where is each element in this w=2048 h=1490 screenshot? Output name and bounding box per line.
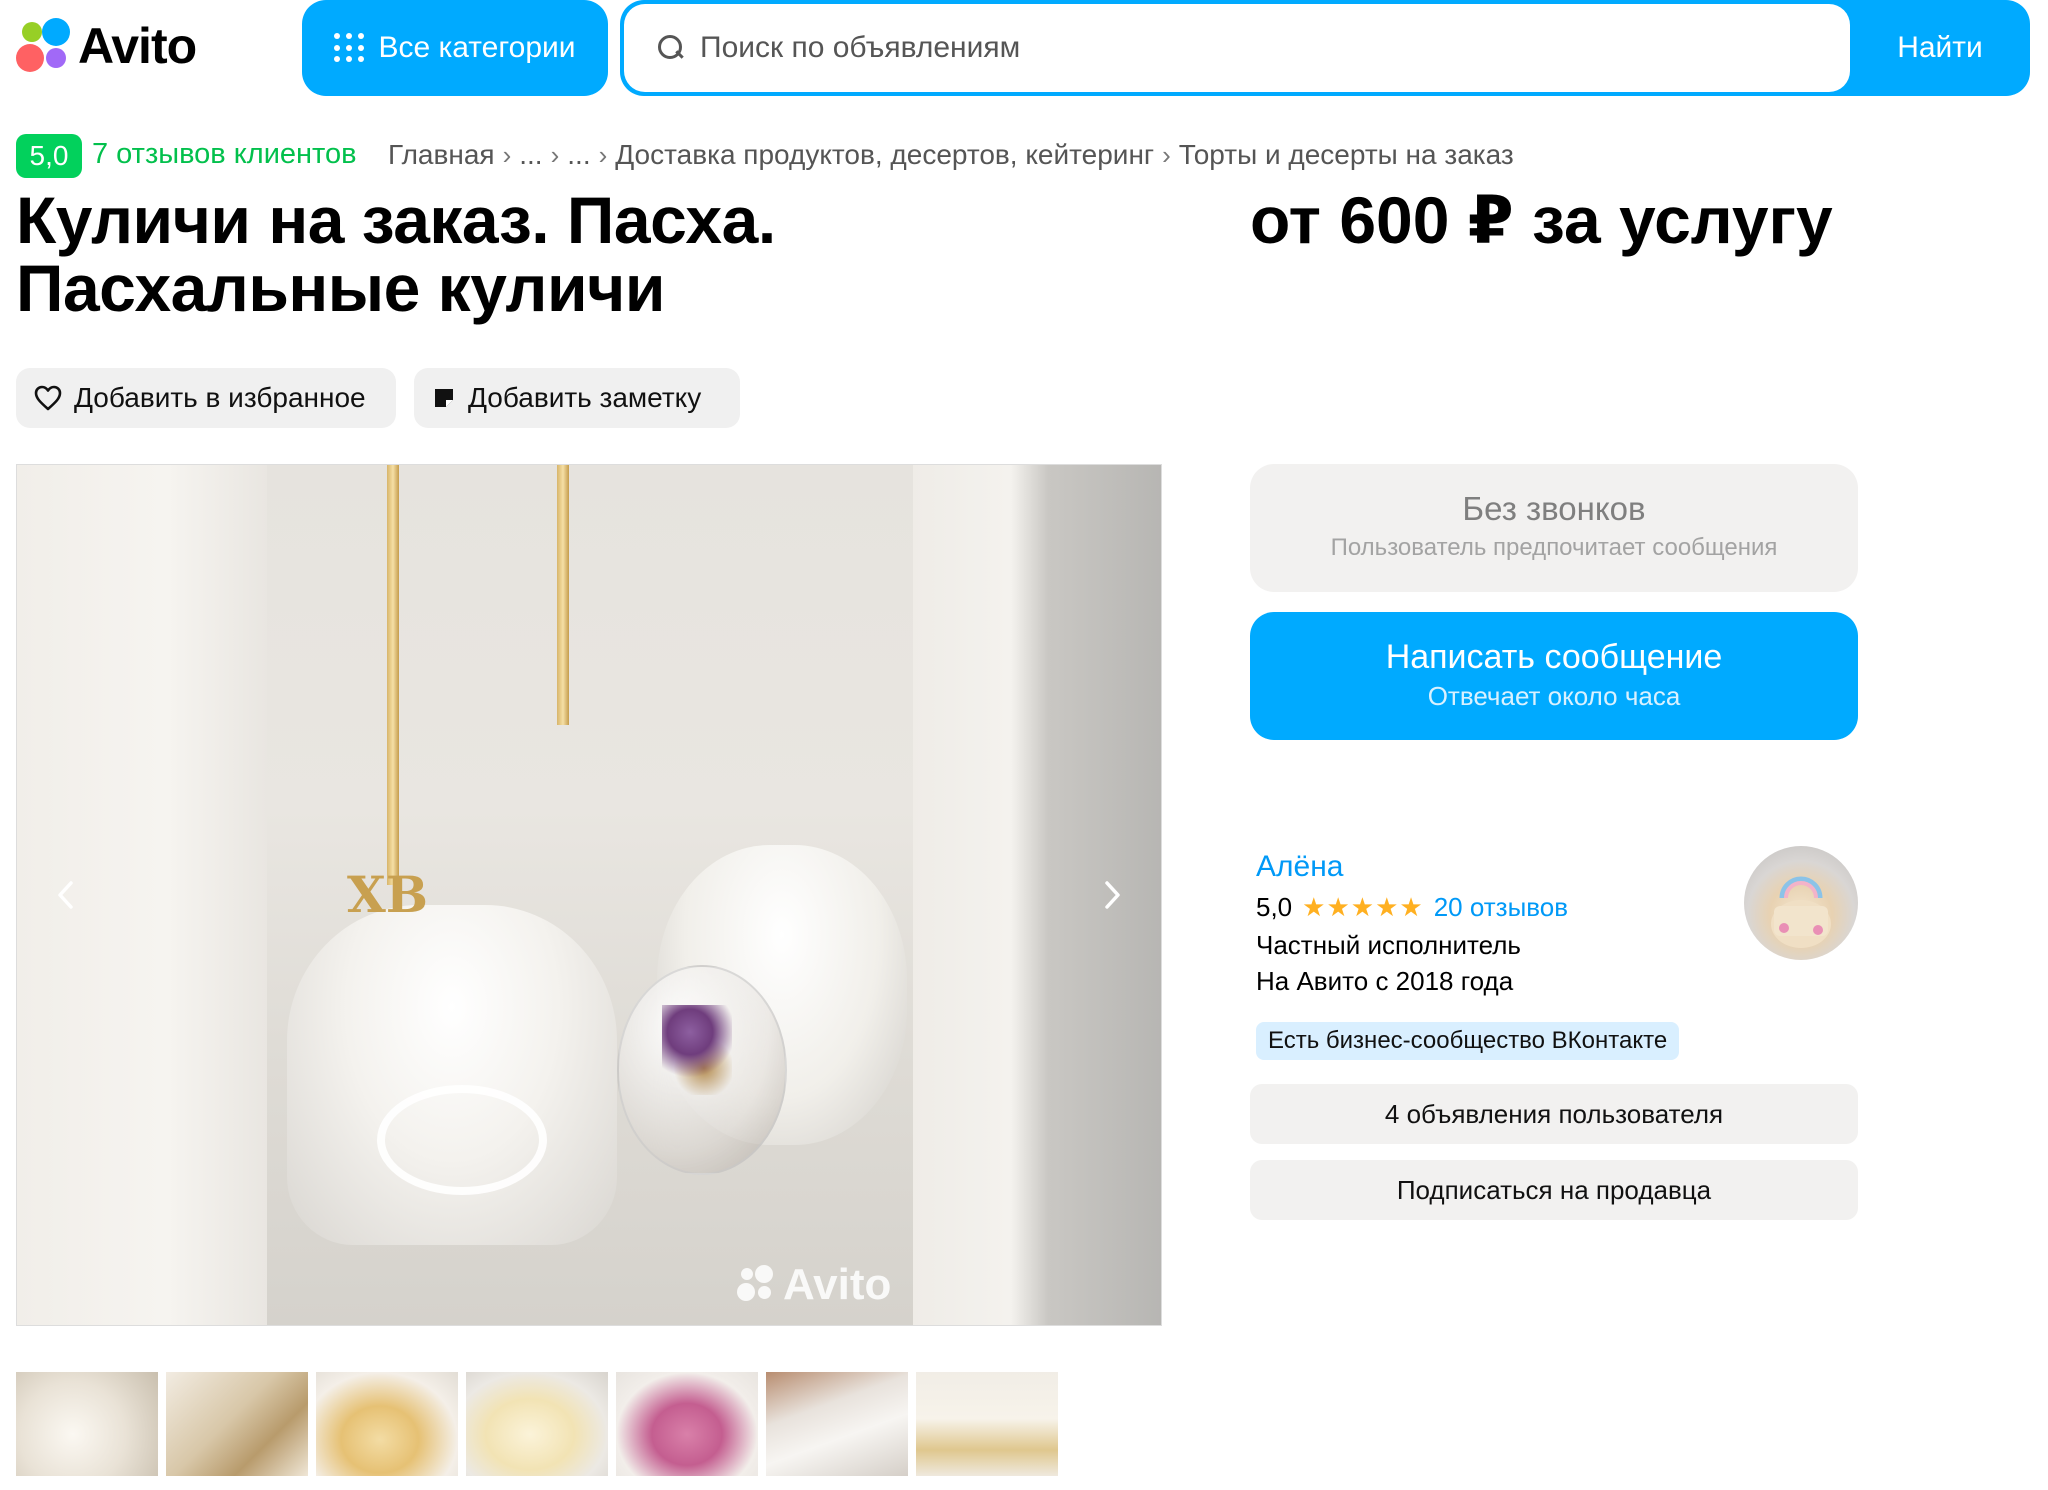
photo-gallery[interactable]: ХВ Avito <box>16 464 1162 1326</box>
gallery-next-button[interactable] <box>1093 875 1133 915</box>
chevron-right-icon: › <box>550 139 560 170</box>
breadcrumb-item-home[interactable]: Главная <box>388 139 495 171</box>
chevron-right-icon: › <box>1162 139 1171 170</box>
breadcrumb-item-food-delivery[interactable]: Доставка продуктов, десертов, кейтеринг <box>615 139 1154 171</box>
chevron-right-icon: › <box>598 139 608 170</box>
search-icon <box>658 35 684 61</box>
chevron-left-icon <box>58 881 73 909</box>
seller-since: На Авито с 2018 года <box>1256 966 1514 996</box>
seller-reviews-link[interactable]: 20 отзывов <box>1434 892 1568 923</box>
heart-icon <box>34 385 62 411</box>
write-message-title: Написать сообщение <box>1385 638 1723 676</box>
categories-grid-icon <box>334 33 364 63</box>
search-box <box>624 4 1850 92</box>
avito-watermark: Avito <box>737 1260 891 1310</box>
note-icon <box>432 386 456 410</box>
add-to-favorites-button[interactable]: Добавить в избранное <box>16 368 396 428</box>
thumbnail-7[interactable] <box>916 1372 1058 1476</box>
no-calls-notice: Без звонков Пользователь предпочитает со… <box>1250 464 1858 592</box>
all-categories-button[interactable]: Все категории <box>302 0 608 96</box>
ribbon-decor <box>377 1085 547 1195</box>
logo-text: Avito <box>78 18 197 74</box>
decor-stick <box>387 465 399 885</box>
all-categories-label: Все категории <box>378 31 576 64</box>
find-button[interactable]: Найти <box>1850 0 2030 96</box>
breadcrumb-item-collapsed[interactable]: ... <box>567 139 590 171</box>
avito-logo-icon <box>737 1265 777 1305</box>
thumbnail-6[interactable] <box>766 1372 908 1476</box>
thumbnail-3[interactable] <box>316 1372 458 1476</box>
breadcrumb-item-collapsed[interactable]: ... <box>519 139 542 171</box>
thumbnail-1[interactable] <box>16 1372 158 1476</box>
chevron-right-icon: › <box>502 139 512 170</box>
seller-avatar-image <box>1771 876 1831 948</box>
star-rating-icon: ★★★★★ <box>1302 892 1424 922</box>
search-bar: Найти <box>620 0 2030 96</box>
avito-logo[interactable]: Avito <box>16 18 197 74</box>
customer-reviews-link[interactable]: 7 отзывов клиентов <box>92 138 357 171</box>
flowers-decor <box>662 1005 732 1095</box>
xb-topper: ХВ <box>347 865 429 924</box>
user-ads-button[interactable]: 4 объявления пользователя <box>1250 1084 1858 1144</box>
add-to-favorites-label: Добавить в избранное <box>74 382 366 413</box>
main-photo[interactable]: ХВ Avito <box>267 465 913 1325</box>
write-message-subtitle: Отвечает около часа <box>1427 681 1681 711</box>
breadcrumb: Главная › ... › ... › Доставка продуктов… <box>388 139 1514 171</box>
search-input[interactable] <box>700 31 1800 65</box>
thumbnail-5[interactable] <box>616 1372 758 1476</box>
seller-type: Частный исполнитель <box>1256 930 1521 960</box>
breadcrumb-item-cakes[interactable]: Торты и десерты на заказ <box>1179 139 1514 171</box>
no-calls-title: Без звонков <box>1462 490 1646 527</box>
seller-rating-value: 5,0 <box>1256 892 1293 922</box>
decor-stick <box>557 465 569 725</box>
seller-name-link[interactable]: Алёна <box>1256 850 1343 884</box>
no-calls-subtitle: Пользователь предпочитает сообщения <box>1330 534 1778 561</box>
gallery-prev-button[interactable] <box>45 875 85 915</box>
avatar[interactable] <box>1744 846 1858 960</box>
write-message-button[interactable]: Написать сообщение Отвечает около часа <box>1250 612 1858 740</box>
add-note-label: Добавить заметку <box>468 382 702 413</box>
rating-badge: 5,0 <box>16 134 82 178</box>
subscribe-seller-button[interactable]: Подписаться на продавца <box>1250 1160 1858 1220</box>
chevron-right-icon <box>1105 881 1120 909</box>
vk-community-badge: Есть бизнес-сообщество ВКонтакте <box>1256 1022 1680 1060</box>
listing-title: Куличи на заказ. Пасха. Пасхальные кулич… <box>16 183 776 325</box>
thumbnail-4[interactable] <box>466 1372 608 1476</box>
watermark-text: Avito <box>783 1260 892 1309</box>
seller-rating: 5,0 ★★★★★ 20 отзывов <box>1256 892 1568 923</box>
add-note-button[interactable]: Добавить заметку <box>414 368 740 428</box>
thumbnail-strip <box>16 1372 1058 1476</box>
avito-logo-icon <box>16 18 72 74</box>
thumbnail-2[interactable] <box>166 1372 308 1476</box>
listing-price: от 600 ₽ за услугу <box>1250 183 1833 257</box>
